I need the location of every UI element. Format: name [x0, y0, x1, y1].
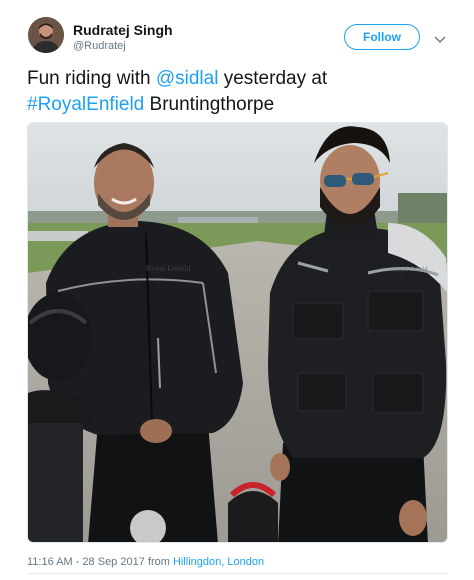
author-name[interactable]: Rudratej Singh	[73, 22, 173, 38]
mention-link[interactable]: @sidlal	[156, 68, 219, 89]
divider	[27, 573, 448, 574]
jacket-logo-right: Royal Enfield	[394, 266, 428, 273]
follow-button[interactable]: Follow	[344, 24, 420, 50]
avatar-photo	[28, 17, 64, 53]
tweet-photo[interactable]: Royal Enfield Royal Enfield	[27, 122, 448, 543]
author-handle[interactable]: @Rudratej	[73, 40, 126, 53]
meta-from: from	[144, 556, 173, 568]
tweet-text: Fun riding with @sidlal yesterday at #Roy…	[27, 66, 447, 118]
tweet-meta: 11:16 AM - 28 Sep 2017 from Hillingdon, …	[27, 555, 264, 569]
tweet-timestamp[interactable]: 11:16 AM - 28 Sep 2017	[27, 556, 145, 568]
tweet-card: Rudratej Singh @Rudratej Follow Fun ridi…	[0, 0, 474, 580]
location-link[interactable]: Hillingdon, London	[173, 556, 264, 568]
hashtag-link[interactable]: #RoyalEnfield	[27, 94, 144, 115]
jacket-logo-left: Royal Enfield	[146, 264, 191, 273]
tweet-text-part: Bruntingthorpe	[144, 94, 275, 115]
chevron-down-icon[interactable]	[434, 32, 446, 43]
photo-two-riders: Royal Enfield Royal Enfield	[28, 123, 447, 542]
tweet-text-part: yesterday at	[218, 68, 328, 89]
avatar[interactable]	[28, 17, 64, 53]
tweet-text-part: Fun riding with	[27, 68, 156, 89]
